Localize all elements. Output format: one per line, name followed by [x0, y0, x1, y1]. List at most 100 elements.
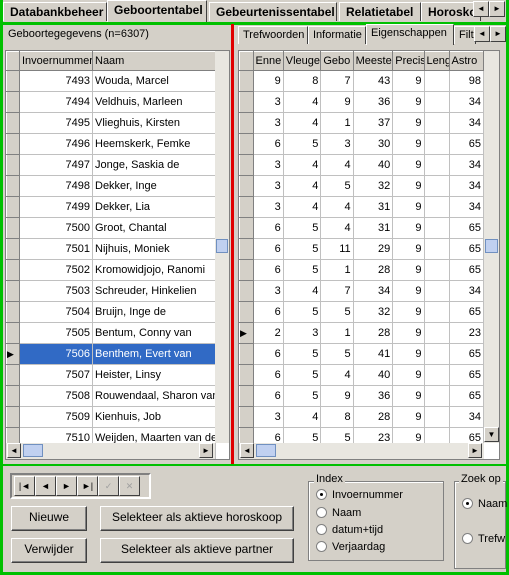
cell-invoernummer[interactable]: 7507	[19, 364, 93, 386]
cell[interactable]: 4	[320, 364, 354, 386]
table-row[interactable]: 6 5 11 29 9 65	[239, 238, 485, 260]
cell[interactable]: 4	[283, 154, 322, 176]
row-indicator[interactable]	[239, 364, 254, 386]
cell-invoernummer[interactable]: 7505	[19, 322, 93, 344]
right-vscroll-thumb[interactable]	[485, 239, 498, 253]
cell[interactable]: 6	[253, 238, 284, 260]
cell[interactable]: 9	[392, 112, 425, 134]
cell[interactable]: 40	[353, 364, 394, 386]
new-button[interactable]: Nieuwe	[11, 506, 87, 531]
cell[interactable]: 9	[392, 259, 425, 281]
cell[interactable]: 32	[353, 301, 394, 323]
cell[interactable]: 9	[392, 280, 425, 302]
tab-trefwoorden[interactable]: Trefwoorden	[238, 26, 308, 44]
cell[interactable]: 4	[283, 406, 322, 428]
cell[interactable]: 5	[320, 175, 354, 197]
cell[interactable]	[424, 364, 450, 386]
cell[interactable]	[424, 322, 450, 344]
row-indicator[interactable]	[239, 259, 254, 281]
cell[interactable]: 34	[449, 112, 485, 134]
cell[interactable]: 9	[392, 70, 425, 92]
cell[interactable]	[424, 406, 450, 428]
cell-naam[interactable]: Heister, Linsy	[92, 364, 216, 386]
cell[interactable]: 34	[449, 91, 485, 113]
cell[interactable]: 3	[253, 280, 284, 302]
table-row[interactable]: 7509 Kienhuis, Job	[6, 406, 216, 428]
cell-naam[interactable]: Benthem, Evert van	[92, 343, 216, 365]
cell[interactable]: 65	[449, 133, 485, 155]
row-indicator[interactable]	[6, 133, 20, 155]
table-row[interactable]: 6 5 1 28 9 65	[239, 259, 485, 281]
cell[interactable]: 5	[283, 385, 322, 407]
table-row[interactable]: 3 4 4 40 9 34	[239, 154, 485, 176]
cell-invoernummer[interactable]: 7496	[19, 133, 93, 155]
cell[interactable]: 3	[253, 196, 284, 218]
tab-scroll-right-icon[interactable]: ►	[489, 1, 505, 17]
cell[interactable]: 5	[283, 133, 322, 155]
radio-search-naam[interactable]: Naam	[462, 498, 507, 510]
cell[interactable]: 43	[353, 70, 394, 92]
cell[interactable]	[424, 133, 450, 155]
next-record-icon[interactable]: ►	[56, 476, 77, 496]
table-row[interactable]: 3 4 5 32 9 34	[239, 175, 485, 197]
cell[interactable]	[424, 196, 450, 218]
table-row[interactable]: 7500 Groot, Chantal	[6, 217, 216, 239]
cell[interactable]: 4	[283, 175, 322, 197]
cell-naam[interactable]: Schreuder, Hinkelien	[92, 280, 216, 302]
row-indicator[interactable]	[239, 154, 254, 176]
table-row[interactable]: 3 4 7 34 9 34	[239, 280, 485, 302]
cell[interactable]: 3	[253, 91, 284, 113]
cell-invoernummer[interactable]: 7500	[19, 217, 93, 239]
row-indicator[interactable]	[239, 91, 254, 113]
row-indicator[interactable]	[239, 196, 254, 218]
cell[interactable]	[424, 175, 450, 197]
cell[interactable]: 9	[253, 70, 284, 92]
cell[interactable]: 6	[253, 217, 284, 239]
first-record-icon[interactable]: |◄	[14, 476, 35, 496]
cell[interactable]: 5	[320, 301, 354, 323]
cell[interactable]: 40	[353, 154, 394, 176]
cell[interactable]: 34	[449, 280, 485, 302]
row-indicator[interactable]	[239, 175, 254, 197]
table-row[interactable]: ▶ 2 3 1 28 9 23	[239, 322, 485, 344]
cell[interactable]: 65	[449, 343, 485, 365]
table-row[interactable]: 6 5 5 32 9 65	[239, 301, 485, 323]
cell[interactable]: 5	[283, 343, 322, 365]
cell[interactable]: 34	[449, 175, 485, 197]
cell[interactable]: 36	[353, 91, 394, 113]
properties-grid[interactable]: Enne Vleuge Gebo Meeste Precis Leng Astro 9874…	[238, 50, 500, 460]
cell-naam[interactable]: Dekker, Lia	[92, 196, 216, 218]
table-row[interactable]: 7501 Nijhuis, Moniek	[6, 238, 216, 260]
cell[interactable]: 9	[392, 406, 425, 428]
cell[interactable]: 34	[449, 154, 485, 176]
tab-filter[interactable]: Filt	[454, 26, 476, 44]
cell[interactable]	[424, 70, 450, 92]
cell[interactable]: 1	[320, 259, 354, 281]
cell[interactable]: 65	[449, 238, 485, 260]
cell[interactable]: 8	[320, 406, 354, 428]
row-indicator[interactable]	[6, 217, 20, 239]
cell[interactable]: 31	[353, 217, 394, 239]
cell-naam[interactable]: Bruijn, Inge de	[92, 301, 216, 323]
column-header-6[interactable]: Astro	[448, 51, 485, 71]
cell[interactable]	[424, 238, 450, 260]
cell-invoernummer[interactable]: 7498	[19, 175, 93, 197]
cell-naam[interactable]: Groot, Chantal	[92, 217, 216, 239]
cell[interactable]: 65	[449, 364, 485, 386]
cell[interactable]: 4	[283, 196, 322, 218]
cell[interactable]	[424, 301, 450, 323]
cell-invoernummer[interactable]: 7499	[19, 196, 93, 218]
cell[interactable]: 4	[283, 112, 322, 134]
cell[interactable]	[424, 385, 450, 407]
cell[interactable]: 6	[253, 364, 284, 386]
hscroll-left-icon[interactable]: ◄	[240, 443, 254, 458]
table-row[interactable]: 9 8 7 43 9 98	[239, 70, 485, 92]
table-row[interactable]: 6 5 4 40 9 65	[239, 364, 485, 386]
cell[interactable]: 37	[353, 112, 394, 134]
cell-naam[interactable]: Dekker, Inge	[92, 175, 216, 197]
table-row[interactable]: 7508 Rouwendaal, Sharon van	[6, 385, 216, 407]
cell[interactable]: 3	[253, 154, 284, 176]
left-horizontal-scrollbar[interactable]: ◄ ►	[6, 443, 215, 459]
select-horoscope-button[interactable]: Selekteer als aktieve horoskoop	[100, 506, 294, 531]
table-row[interactable]: 65330965	[239, 133, 485, 155]
